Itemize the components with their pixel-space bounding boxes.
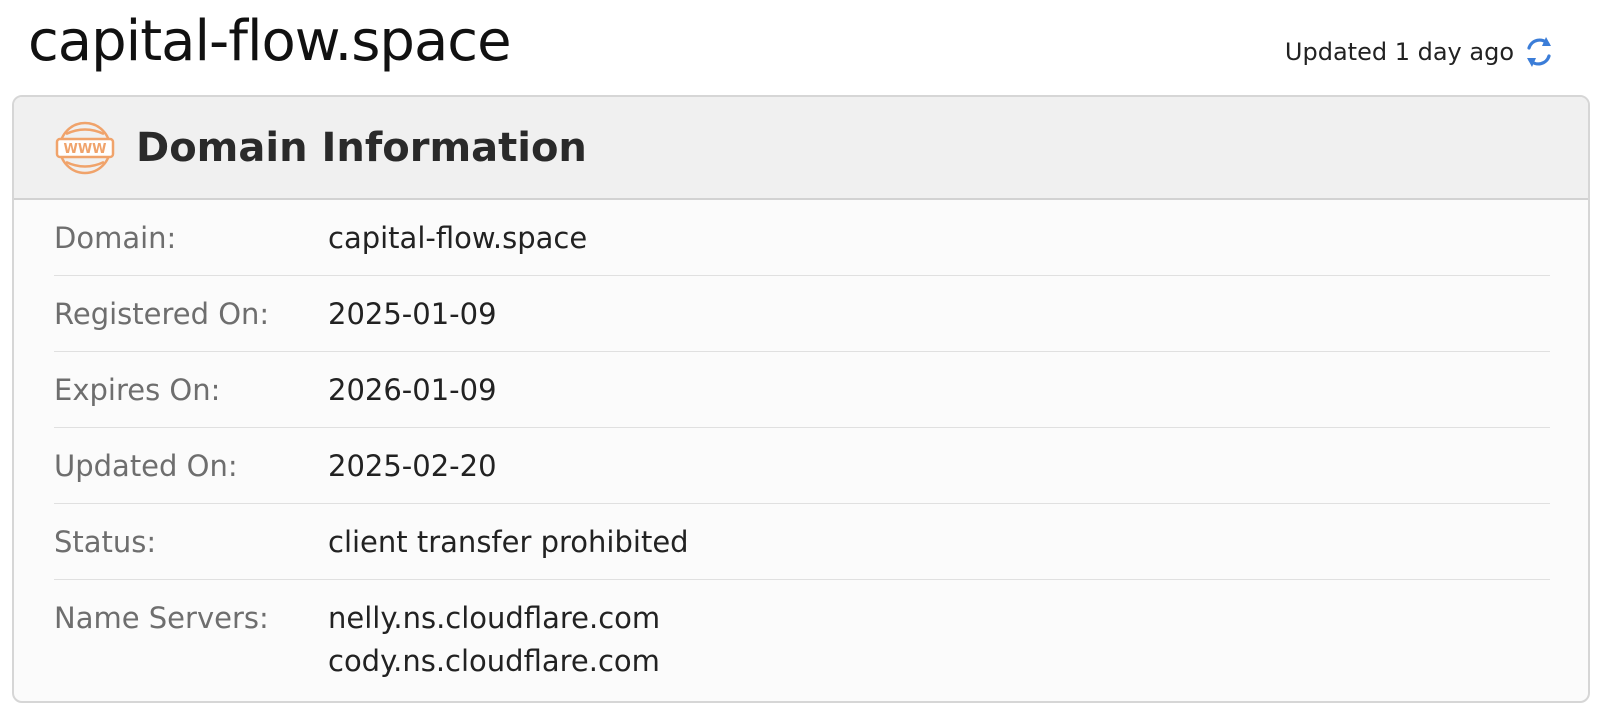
row-value: 2026-01-09 <box>328 373 497 407</box>
refresh-icon[interactable] <box>1524 34 1554 70</box>
row-label: Status: <box>54 525 157 559</box>
updated-status: Updated 1 day ago <box>1285 34 1554 70</box>
domain-information-card: WWW Domain Information Domain: capital-f… <box>12 95 1590 703</box>
row-expires-on: Expires On: 2026-01-09 <box>54 352 1550 428</box>
name-server: cody.ns.cloudflare.com <box>328 644 660 678</box>
row-name-servers: Name Servers: nelly.ns.cloudflare.com co… <box>54 580 1550 678</box>
row-label: Registered On: <box>54 297 270 331</box>
row-updated-on: Updated On: 2025-02-20 <box>54 428 1550 504</box>
row-label: Updated On: <box>54 449 238 483</box>
row-label: Name Servers: <box>54 601 269 635</box>
updated-text: Updated 1 day ago <box>1284 38 1514 66</box>
row-status: Status: client transfer prohibited <box>54 504 1550 580</box>
page-title: capital-flow.space <box>28 9 512 74</box>
row-label: Expires On: <box>54 373 221 407</box>
row-label: Domain: <box>54 221 177 255</box>
name-server: nelly.ns.cloudflare.com <box>328 601 661 635</box>
row-value: client transfer prohibited <box>328 525 689 559</box>
card-title: Domain Information <box>136 124 587 171</box>
row-domain: Domain: capital-flow.space <box>54 200 1550 276</box>
card-header: WWW Domain Information <box>14 97 1588 200</box>
row-value: 2025-01-09 <box>328 297 497 331</box>
svg-text:WWW: WWW <box>63 142 106 157</box>
name-servers-list: nelly.ns.cloudflare.com cody.ns.cloudfla… <box>328 601 660 678</box>
row-registered-on: Registered On: 2025-01-09 <box>54 276 1550 352</box>
row-value: capital-flow.space <box>328 221 588 255</box>
row-value: 2025-02-20 <box>328 449 497 483</box>
www-icon: WWW <box>55 121 115 174</box>
domain-info-table: Domain: capital-flow.space Registered On… <box>54 200 1550 678</box>
